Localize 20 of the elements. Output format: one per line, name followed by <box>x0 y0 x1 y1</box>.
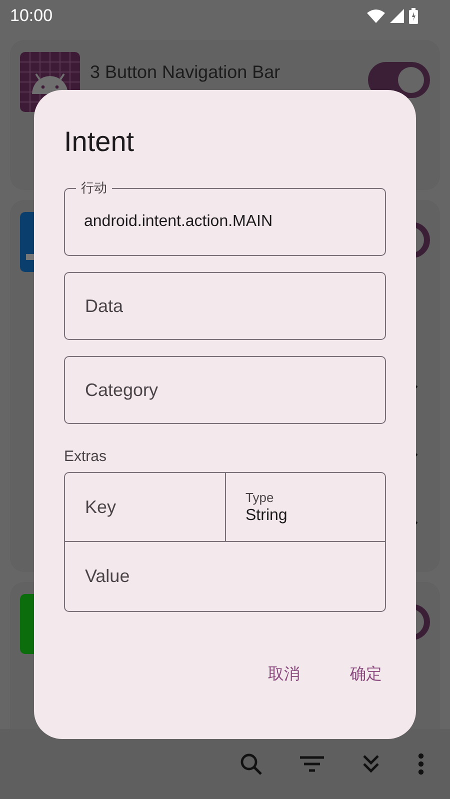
signal-icon <box>390 9 404 23</box>
field-label: 行动 <box>76 179 112 197</box>
dialog-title: Intent <box>64 126 134 158</box>
key-field[interactable]: Key <box>65 473 226 541</box>
confirm-button[interactable]: 确定 <box>332 656 400 693</box>
battery-icon <box>409 8 418 24</box>
search-icon[interactable] <box>240 753 262 775</box>
input-field[interactable]: 行动 android.intent.action.MAIN <box>64 179 386 256</box>
value-field[interactable]: Value <box>65 542 385 611</box>
wifi-icon <box>367 9 385 23</box>
status-time: 10:00 <box>10 6 53 26</box>
app-title: 3 Button Navigation Bar <box>90 62 282 83</box>
input-field[interactable]: Category <box>64 356 386 424</box>
type-field[interactable]: Type String <box>226 473 385 541</box>
input-field[interactable]: Data <box>64 272 386 340</box>
more-icon[interactable] <box>418 753 424 775</box>
filter-icon[interactable] <box>300 756 324 772</box>
double-chevron-icon[interactable] <box>362 754 380 774</box>
extras-label: Extras <box>64 448 107 465</box>
cancel-button[interactable]: 取消 <box>250 656 318 693</box>
